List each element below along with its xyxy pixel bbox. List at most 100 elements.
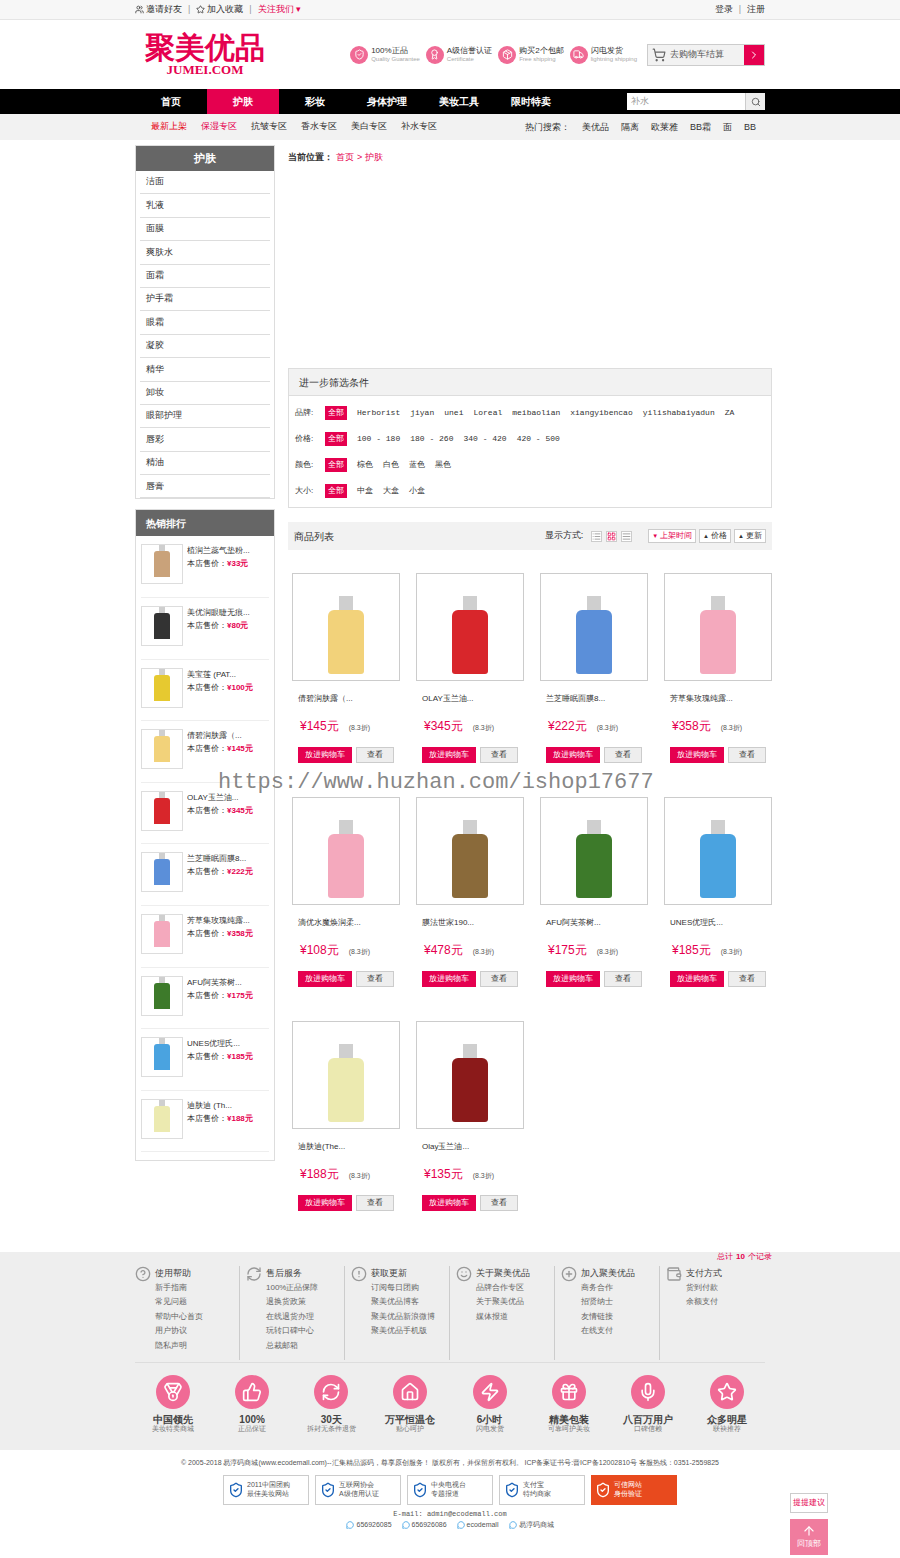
breadcrumb-link[interactable]: 首页	[336, 151, 354, 165]
hot-item[interactable]: AFU阿芙茶树...本店售价：¥175元	[141, 968, 269, 1030]
product-name[interactable]: 芳草集玫瑰纯露...	[664, 693, 772, 705]
footer-link[interactable]: 在线支付	[581, 1324, 635, 1339]
product-name[interactable]: 滴优水魔焕润柔...	[292, 917, 400, 929]
add-to-cart-button[interactable]: 放进购物车	[422, 1195, 476, 1211]
footer-link[interactable]: 媒体报道	[476, 1310, 530, 1325]
view-button[interactable]: 查看	[604, 747, 642, 763]
footer-link[interactable]: 隐私声明	[155, 1339, 203, 1354]
view-mode[interactable]	[621, 531, 632, 542]
filter-option[interactable]: Herborist	[357, 407, 400, 419]
hot-item[interactable]: OLAY玉兰油...本店售价：¥345元	[141, 783, 269, 845]
contact[interactable]: ecodemall	[457, 1520, 499, 1531]
hot-search-item[interactable]: BB	[744, 122, 756, 133]
product-image[interactable]	[664, 573, 772, 681]
hot-search-item[interactable]: 欧莱雅	[651, 122, 678, 133]
footer-link[interactable]: 友情链接	[581, 1310, 635, 1325]
search-button[interactable]	[745, 93, 765, 110]
product-name[interactable]: OLAY玉兰油...	[416, 693, 524, 705]
hot-search-item[interactable]: 美优品	[582, 122, 609, 133]
view-mode[interactable]	[606, 531, 617, 542]
filter-option[interactable]: 中盒	[357, 485, 373, 497]
filter-option[interactable]: 全部	[325, 406, 347, 420]
filter-option[interactable]: xiangyibencao	[570, 407, 632, 419]
hot-item[interactable]: 芳草集玫瑰纯露...本店售价：¥358元	[141, 906, 269, 968]
sidebar-item[interactable]: 精华	[140, 358, 270, 381]
hot-search-item[interactable]: 面	[723, 122, 732, 133]
add-to-cart-button[interactable]: 放进购物车	[422, 971, 476, 987]
footer-link[interactable]: 帮助中心首页	[155, 1310, 203, 1325]
sort-button[interactable]: ▲价格	[699, 529, 731, 543]
nav-item[interactable]: 美妆工具	[423, 89, 495, 114]
add-to-cart-button[interactable]: 放进购物车	[670, 747, 724, 763]
add-to-cart-button[interactable]: 放进购物车	[546, 747, 600, 763]
hot-search-item[interactable]: BB霜	[690, 122, 711, 133]
filter-option[interactable]: Loreal	[473, 407, 502, 419]
sidebar-item[interactable]: 面霜	[140, 265, 270, 288]
view-button[interactable]: 查看	[480, 1195, 518, 1211]
contact[interactable]: 易淳码商城	[509, 1520, 554, 1531]
product-image[interactable]	[292, 1021, 400, 1129]
add-to-cart-button[interactable]: 放进购物车	[298, 747, 352, 763]
view-button[interactable]: 查看	[356, 747, 394, 763]
filter-option[interactable]: yilishabaiyadun	[643, 407, 715, 419]
add-to-cart-button[interactable]: 放进购物车	[298, 971, 352, 987]
sidebar-item[interactable]: 凝胶	[140, 335, 270, 358]
product-name[interactable]: 倩碧润肤露（...	[292, 693, 400, 705]
add-to-cart-button[interactable]: 放进购物车	[546, 971, 600, 987]
register-link[interactable]: 注册	[747, 3, 765, 17]
hot-item[interactable]: 倩碧润肤露（...本店售价：¥145元	[141, 721, 269, 783]
product-image[interactable]	[292, 573, 400, 681]
cart-button[interactable]: 去购物车结算	[647, 44, 765, 66]
product-image[interactable]	[416, 573, 524, 681]
view-button[interactable]: 查看	[356, 971, 394, 987]
hot-item[interactable]: 美宝莲 (PAT...本店售价：¥100元	[141, 660, 269, 722]
view-button[interactable]: 查看	[604, 971, 642, 987]
product-image[interactable]	[416, 797, 524, 905]
hot-item[interactable]: 植润兰蕊气垫粉...本店售价：¥33元	[141, 536, 269, 598]
filter-option[interactable]: 全部	[325, 432, 347, 446]
product-image[interactable]	[664, 797, 772, 905]
suggest-button[interactable]: 提提建议	[790, 1493, 828, 1513]
filter-option[interactable]: 全部	[325, 484, 347, 498]
nav-item[interactable]: 身体护理	[351, 89, 423, 114]
sidebar-item[interactable]: 爽肤水	[140, 241, 270, 264]
login-link[interactable]: 登录	[715, 3, 733, 17]
contact[interactable]: 656926085	[346, 1520, 391, 1531]
footer-link[interactable]: 总裁邮箱	[266, 1339, 318, 1354]
nav-item[interactable]: 彩妆	[279, 89, 351, 114]
hot-item[interactable]: UNES优理氏...本店售价：¥185元	[141, 1029, 269, 1091]
sidebar-item[interactable]: 洁面	[140, 171, 270, 194]
trust-badge[interactable]: 支付宝特约商家	[499, 1475, 585, 1505]
sidebar-item[interactable]: 唇彩	[140, 428, 270, 451]
footer-link[interactable]: 用户协议	[155, 1324, 203, 1339]
add-to-cart-button[interactable]: 放进购物车	[298, 1195, 352, 1211]
footer-link[interactable]: 余额支付	[686, 1295, 722, 1310]
trust-badge[interactable]: 可信网站身份验证	[591, 1475, 677, 1505]
sub-nav-item[interactable]: 香水专区	[301, 120, 337, 134]
hot-item[interactable]: 兰芝睡眠面膜8...本店售价：¥222元	[141, 844, 269, 906]
hot-item[interactable]: 美优润眼睫无痕...本店售价：¥80元	[141, 598, 269, 660]
footer-link[interactable]: 退换货政策	[266, 1295, 318, 1310]
sidebar-item[interactable]: 眼霜	[140, 311, 270, 334]
top-link[interactable]: 关注我们▾	[258, 3, 301, 17]
breadcrumb-link[interactable]: 护肤	[365, 151, 383, 165]
footer-link[interactable]: 关于聚美优品	[476, 1295, 530, 1310]
sub-nav-item[interactable]: 抗皱专区	[251, 120, 287, 134]
view-button[interactable]: 查看	[480, 747, 518, 763]
footer-link[interactable]: 品牌合作专区	[476, 1281, 530, 1296]
hot-search-item[interactable]: 隔离	[621, 122, 639, 133]
filter-option[interactable]: 白色	[383, 459, 399, 471]
sidebar-item[interactable]: 乳液	[140, 194, 270, 217]
view-button[interactable]: 查看	[728, 971, 766, 987]
filter-option[interactable]: 420 - 500	[517, 433, 560, 445]
filter-option[interactable]: 黑色	[435, 459, 451, 471]
filter-option[interactable]: 全部	[325, 458, 347, 472]
filter-option[interactable]: 100 - 180	[357, 433, 400, 445]
product-name[interactable]: UNES优理氏...	[664, 917, 772, 929]
product-image[interactable]	[416, 1021, 524, 1129]
product-name[interactable]: Olay玉兰油...	[416, 1141, 524, 1153]
add-to-cart-button[interactable]: 放进购物车	[670, 971, 724, 987]
view-button[interactable]: 查看	[480, 971, 518, 987]
top-link[interactable]: 邀请好友	[135, 3, 182, 17]
sub-nav-item[interactable]: 保湿专区	[201, 120, 237, 134]
